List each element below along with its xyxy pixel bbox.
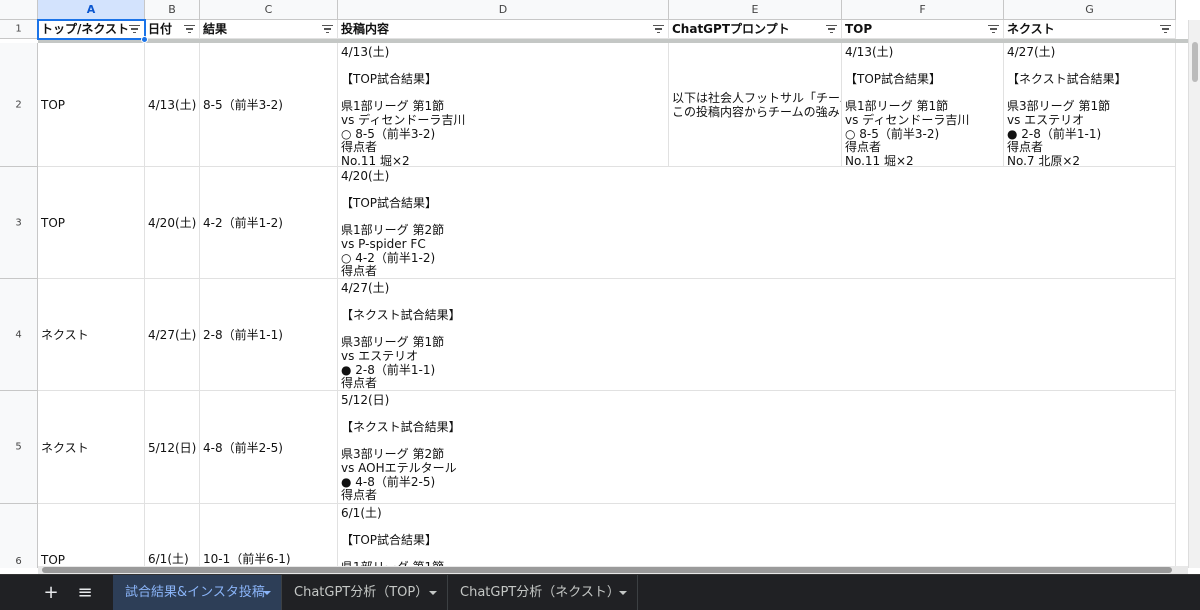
cell-prompt[interactable] <box>669 167 842 279</box>
add-sheet-button[interactable]: + <box>33 575 69 610</box>
cell-team[interactable]: ネクスト <box>38 391 145 504</box>
cell-post[interactable]: 4/13(土) 【TOP試合結果】 県1部リーグ 第1節 vs ディセンドーラ吉… <box>338 43 669 167</box>
cell-date[interactable]: 6/1(土) <box>145 504 200 568</box>
cell-post[interactable]: 4/20(土) 【TOP試合結果】 県1部リーグ 第2節 vs P-spider… <box>338 167 669 279</box>
chevron-down-icon[interactable] <box>619 591 627 595</box>
row-header-3[interactable]: 3 <box>0 167 38 279</box>
vertical-scrollbar[interactable] <box>1188 20 1200 568</box>
cell-date[interactable]: 4/27(土) <box>145 279 200 391</box>
cell-prompt[interactable] <box>669 279 842 391</box>
cell-date[interactable]: 4/13(土) <box>145 43 200 167</box>
cell-post[interactable]: 4/27(土) 【ネクスト試合結果】 県3部リーグ 第1節 vs エステリオ ●… <box>338 279 669 391</box>
cell-result[interactable]: 4-2（前半1-2) <box>200 167 338 279</box>
row-header-2[interactable]: 2 <box>0 43 38 167</box>
column-header-b[interactable]: B <box>145 0 200 20</box>
filter-icon[interactable] <box>1160 25 1171 34</box>
tab-match-results[interactable]: 試合結果&インスタ投稿 <box>113 575 282 610</box>
header-cell-post[interactable]: 投稿内容 <box>338 20 669 39</box>
scrollbar-thumb[interactable] <box>1192 42 1198 82</box>
filter-icon[interactable] <box>184 25 195 34</box>
spreadsheet-grid[interactable]: A B C D E F G 1 2 3 4 5 6 トップ/ネクスト 日付 結果… <box>0 0 1200 568</box>
header-cell-top[interactable]: TOP <box>842 20 1004 39</box>
filter-icon[interactable] <box>322 25 333 34</box>
select-all-corner[interactable] <box>0 0 38 20</box>
column-header-f[interactable]: F <box>842 0 1004 20</box>
column-header-g[interactable]: G <box>1004 0 1176 20</box>
cell-prompt[interactable] <box>669 391 842 504</box>
cell-prompt[interactable] <box>669 504 842 568</box>
header-label: TOP <box>845 22 873 36</box>
header-cell-date[interactable]: 日付 <box>145 20 200 39</box>
cell-next-analysis[interactable] <box>1004 504 1176 568</box>
row-header-4[interactable]: 4 <box>0 279 38 391</box>
header-cell-result[interactable]: 結果 <box>200 20 338 39</box>
cell-prompt[interactable]: 以下は社会人フットサル「チーム この投稿内容からチームの強みと <box>669 43 842 167</box>
header-label: 結果 <box>203 22 228 36</box>
cell-team[interactable]: TOP <box>38 167 145 279</box>
chevron-down-icon[interactable] <box>429 591 437 595</box>
header-label: ネクスト <box>1007 22 1055 36</box>
cell-result[interactable]: 10-1（前半6-1) <box>200 504 338 568</box>
cell-top-analysis[interactable] <box>842 391 1004 504</box>
cell-next-analysis[interactable] <box>1004 167 1176 279</box>
scrollbar-thumb[interactable] <box>42 567 1172 573</box>
cell-next-analysis[interactable] <box>1004 391 1176 504</box>
row-header-1[interactable]: 1 <box>0 20 38 39</box>
all-sheets-menu-button[interactable]: ≡ <box>67 575 103 610</box>
cell-date[interactable]: 4/20(土) <box>145 167 200 279</box>
cell-next-analysis[interactable] <box>1004 279 1176 391</box>
tab-chatgpt-top[interactable]: ChatGPT分析（TOP） <box>282 575 448 610</box>
row-header-6[interactable]: 6 <box>0 504 38 568</box>
column-header-c[interactable]: C <box>200 0 338 20</box>
sheet-tab-bar: + ≡ 試合結果&インスタ投稿 ChatGPT分析（TOP） ChatGPT分析… <box>0 574 1200 610</box>
header-cell-team[interactable]: トップ/ネクスト <box>38 20 145 39</box>
header-label: 日付 <box>148 22 173 36</box>
column-header-d[interactable]: D <box>338 0 669 20</box>
tab-chatgpt-next[interactable]: ChatGPT分析（ネクスト） <box>448 575 638 610</box>
cell-next-analysis[interactable]: 4/27(土) 【ネクスト試合結果】 県3部リーグ 第1節 vs エステリオ ●… <box>1004 43 1176 167</box>
header-cell-next[interactable]: ネクスト <box>1004 20 1176 39</box>
row-header-5[interactable]: 5 <box>0 391 38 504</box>
filter-icon[interactable] <box>129 25 140 34</box>
filter-icon[interactable] <box>988 25 999 34</box>
cell-top-analysis[interactable] <box>842 167 1004 279</box>
header-cell-prompt[interactable]: ChatGPTプロンプト <box>669 20 842 39</box>
filter-icon[interactable] <box>653 25 664 34</box>
cell-result[interactable]: 2-8（前半1-1) <box>200 279 338 391</box>
header-label: ChatGPTプロンプト <box>672 22 790 36</box>
header-label: 投稿内容 <box>341 22 390 36</box>
column-header-a[interactable]: A <box>38 0 145 20</box>
tab-label: ChatGPT分析（TOP） <box>294 585 429 600</box>
horizontal-scrollbar[interactable] <box>38 566 1188 574</box>
cell-post[interactable]: 5/12(日) 【ネクスト試合結果】 県3部リーグ 第2節 vs AOHエテルタ… <box>338 391 669 504</box>
cell-top-analysis[interactable] <box>842 504 1004 568</box>
fill-handle[interactable] <box>141 36 148 43</box>
column-header-e[interactable]: E <box>669 0 842 20</box>
cell-top-analysis[interactable]: 4/13(土) 【TOP試合結果】 県1部リーグ 第1節 vs ディセンドーラ吉… <box>842 43 1004 167</box>
cell-date[interactable]: 5/12(日) <box>145 391 200 504</box>
cell-team[interactable]: ネクスト <box>38 279 145 391</box>
cell-top-analysis[interactable] <box>842 279 1004 391</box>
cell-result[interactable]: 8-5（前半3-2) <box>200 43 338 167</box>
cell-team[interactable]: TOP <box>38 43 145 167</box>
tab-label: 試合結果&インスタ投稿 <box>125 585 265 600</box>
cell-team[interactable]: TOP <box>38 504 145 568</box>
tab-label: ChatGPT分析（ネクスト） <box>460 585 620 600</box>
header-label: トップ/ネクスト <box>41 22 130 36</box>
filter-icon[interactable] <box>826 25 837 34</box>
cell-post[interactable]: 6/1(土) 【TOP試合結果】 県1部リーグ 第1節 <box>338 504 669 568</box>
chevron-down-icon[interactable] <box>263 591 271 595</box>
cell-result[interactable]: 4-8（前半2-5) <box>200 391 338 504</box>
